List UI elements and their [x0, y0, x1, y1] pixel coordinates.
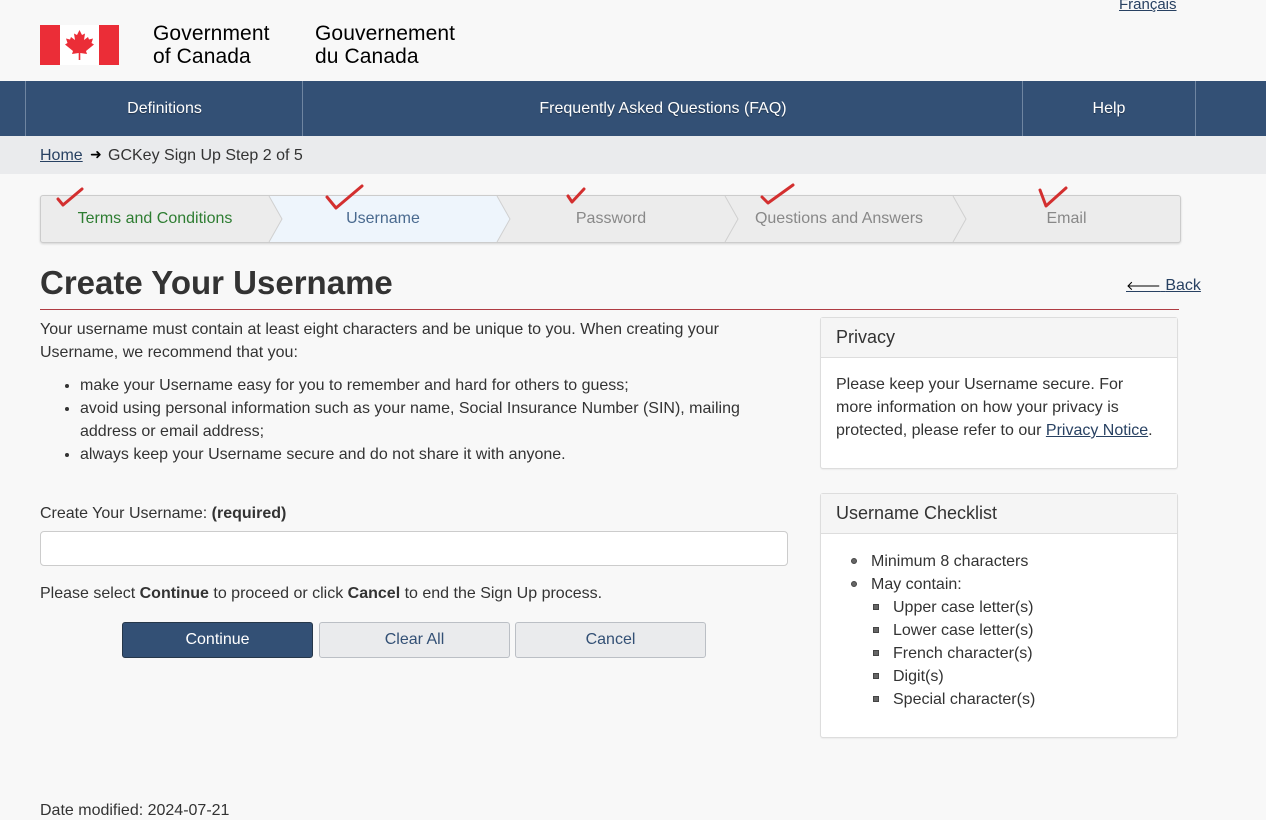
breadcrumb-home-link[interactable]: Home: [40, 147, 83, 165]
clear-all-button[interactable]: Clear All: [319, 622, 510, 658]
intro-section: Your username must contain at least eigh…: [40, 318, 760, 466]
list-item: Minimum 8 characters: [851, 550, 1162, 573]
signature-fr-line2: du Canada: [315, 45, 419, 68]
signature-french: Gouvernement du Canada: [315, 22, 455, 68]
proceed-text: to proceed or click: [208, 585, 348, 602]
canada-flag-icon: [40, 25, 119, 65]
checklist-panel-title: Username Checklist: [821, 494, 1177, 534]
checklist: Minimum 8 characters May contain: Upper …: [836, 550, 1162, 711]
continue-button[interactable]: Continue: [122, 622, 313, 658]
privacy-panel-body: Please keep your Username secure. For mo…: [821, 358, 1177, 457]
chevron-right-icon: [724, 196, 739, 242]
checklist-panel-body: Minimum 8 characters May contain: Upper …: [821, 534, 1177, 726]
list-item: avoid using personal information such as…: [80, 397, 760, 443]
progress-steps: Terms and Conditions Username Password Q…: [40, 195, 1181, 243]
list-item: May contain: Upper case letter(s) Lower …: [851, 573, 1162, 711]
list-item: Upper case letter(s): [873, 596, 1162, 619]
proceed-continue-word: Continue: [139, 585, 209, 602]
proceed-cancel-word: Cancel: [347, 585, 401, 602]
back-label: Back: [1165, 277, 1201, 294]
checklist-sublist: Upper case letter(s) Lower case letter(s…: [871, 596, 1162, 711]
arrow-left-icon: 🡐: [1126, 278, 1161, 293]
site-header: Government of Canada Gouvernement du Can…: [0, 0, 1266, 81]
chevron-right-icon: [495, 196, 511, 242]
step-password: Password: [575, 210, 647, 227]
check-mark-icon: [1038, 186, 1068, 208]
privacy-panel-title: Privacy: [821, 318, 1177, 358]
signature-english: Government of Canada: [153, 22, 270, 68]
check-mark-icon: [325, 184, 364, 210]
date-modified: Date modified: 2024-07-21: [40, 802, 230, 819]
signature-fr-line1: Gouvernement: [315, 22, 456, 45]
privacy-text-end: .: [1148, 422, 1153, 439]
signature-en-line1: Government: [153, 22, 270, 45]
username-checklist-panel: Username Checklist Minimum 8 characters …: [820, 493, 1178, 738]
nav-item-faq[interactable]: Frequently Asked Questions (FAQ): [302, 81, 1023, 136]
check-mark-icon: [760, 183, 795, 205]
username-field-label: Create Your Username: (required): [40, 505, 286, 523]
main-nav: Definitions Frequently Asked Questions (…: [0, 81, 1266, 136]
username-input[interactable]: [40, 531, 788, 566]
list-item: French character(s): [873, 642, 1162, 665]
nav-item-definitions[interactable]: Definitions: [25, 81, 303, 136]
check-mark-icon: [56, 187, 84, 207]
list-item: Special character(s): [873, 688, 1162, 711]
back-link[interactable]: 🡐 Back: [1126, 277, 1201, 295]
chevron-right-icon: [952, 196, 967, 242]
chevron-right-icon: [267, 196, 283, 242]
breadcrumb: Home ➜ GCKey Sign Up Step 2 of 5: [0, 136, 1266, 174]
step-username: Username: [269, 196, 497, 242]
check-mark-icon: [566, 187, 586, 204]
nav-item-help[interactable]: Help: [1022, 81, 1196, 136]
page-title: Create Your Username: [40, 264, 393, 301]
intro-text: Your username must contain at least eigh…: [40, 321, 719, 361]
privacy-notice-link[interactable]: Privacy Notice: [1046, 422, 1148, 439]
recommendations-list: make your Username easy for you to remem…: [40, 374, 760, 466]
breadcrumb-current: GCKey Sign Up Step 2 of 5: [108, 147, 303, 164]
list-item: Digit(s): [873, 665, 1162, 688]
cancel-button[interactable]: Cancel: [515, 622, 706, 658]
proceed-text: Please select: [40, 585, 140, 602]
list-item: Lower case letter(s): [873, 619, 1162, 642]
required-label: (required): [211, 505, 287, 522]
proceed-text: to end the Sign Up process.: [400, 585, 603, 602]
arrow-right-icon: ➜: [90, 146, 102, 162]
proceed-instructions: Please select Continue to proceed or cli…: [40, 585, 602, 603]
username-label-text: Create Your Username:: [40, 505, 208, 522]
list-item: make your Username easy for you to remem…: [80, 374, 760, 397]
signature-en-line2: of Canada: [153, 45, 251, 68]
may-contain-label: May contain:: [871, 576, 962, 593]
title-divider: [40, 309, 1179, 310]
privacy-panel: Privacy Please keep your Username secure…: [820, 317, 1178, 469]
list-item: always keep your Username secure and do …: [80, 443, 760, 466]
